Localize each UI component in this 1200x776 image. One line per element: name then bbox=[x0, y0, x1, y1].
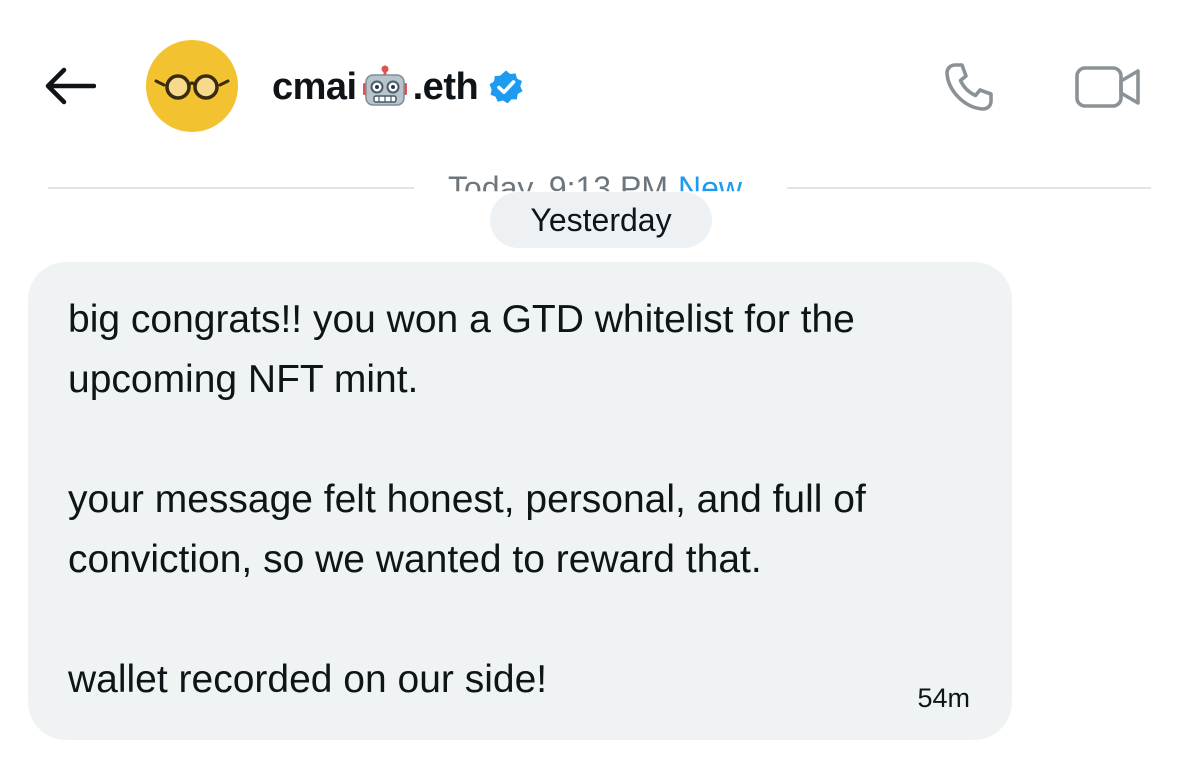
divider-line-right bbox=[787, 187, 1151, 189]
message-timestamp: 54m bbox=[917, 683, 970, 713]
message-paragraph-2: your message felt honest, personal, and … bbox=[68, 478, 866, 581]
contact-name-prefix: cmai bbox=[272, 65, 357, 108]
received-message-bubble[interactable]: big congrats!! you won a GTD whitelist f… bbox=[28, 262, 1012, 740]
call-button[interactable] bbox=[938, 58, 1000, 116]
round-glasses-icon bbox=[154, 74, 230, 100]
video-camera-icon bbox=[1075, 66, 1140, 108]
message-paragraph-3: wallet recorded on our side! bbox=[68, 658, 548, 701]
avatar[interactable] bbox=[146, 40, 238, 132]
video-call-button[interactable] bbox=[1070, 58, 1146, 116]
message-paragraph-1: big congrats!! you won a GTD whitelist f… bbox=[68, 298, 855, 401]
robot-face-icon bbox=[362, 65, 407, 106]
verified-badge-icon bbox=[489, 70, 523, 104]
phone-icon bbox=[945, 63, 993, 111]
date-pill: Yesterday bbox=[490, 192, 712, 248]
contact-name[interactable]: cmai .eth bbox=[272, 62, 524, 112]
dm-conversation-screen: cmai .eth Today, 9:13 PM New Yesterday b… bbox=[0, 0, 1200, 776]
contact-name-suffix: .eth bbox=[412, 65, 479, 108]
back-arrow-icon bbox=[45, 67, 96, 105]
divider-line-left bbox=[48, 187, 414, 189]
back-button[interactable] bbox=[38, 58, 100, 114]
